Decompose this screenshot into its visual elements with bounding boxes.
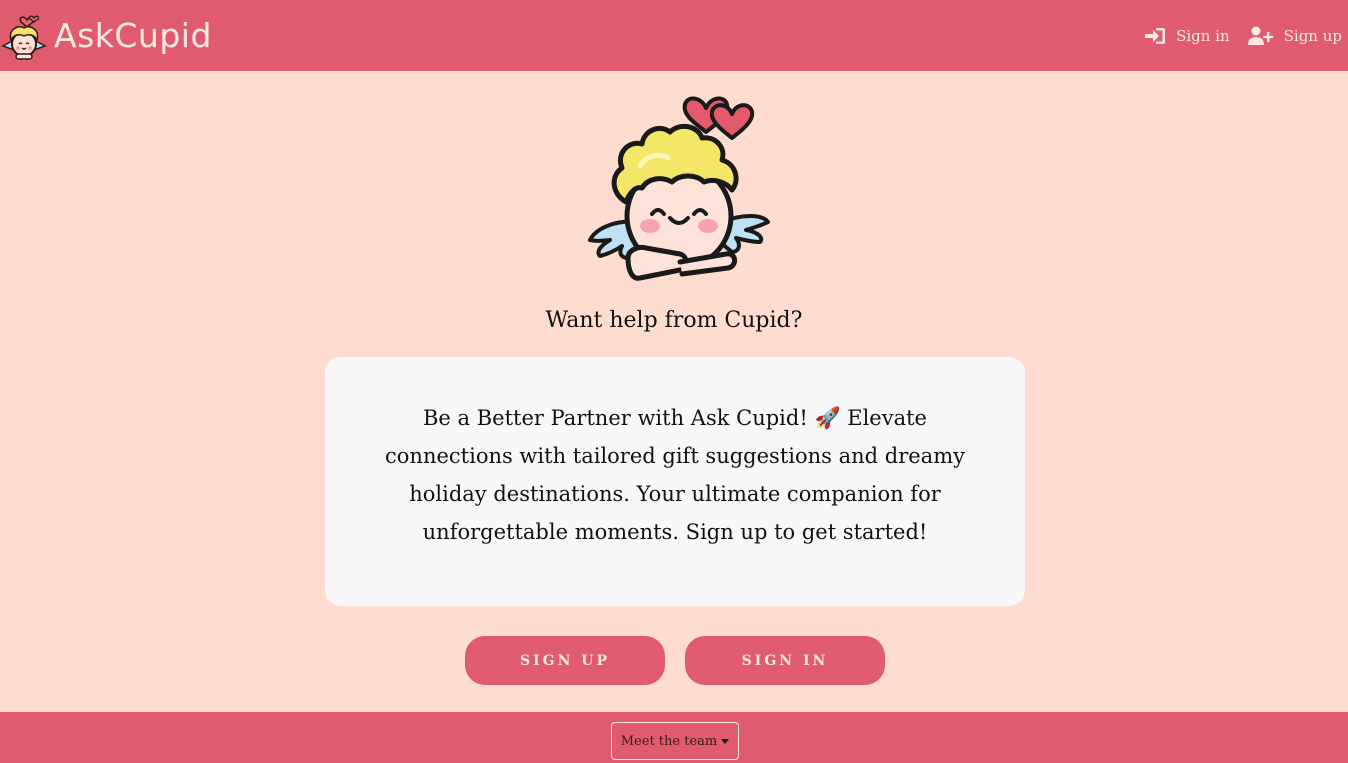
brand-link[interactable]: AskCupid (0, 0, 212, 71)
sign-in-icon (1145, 27, 1166, 44)
cupid-logo-icon (1, 15, 47, 60)
caret-down-icon (721, 738, 730, 744)
sign-in-button[interactable]: SIGN IN (685, 636, 885, 685)
meet-the-team-dropdown[interactable]: Meet the team (611, 722, 739, 760)
nav-links: Sign in Sign up (1126, 26, 1348, 46)
hero-question: Want help from Cupid? (545, 308, 803, 333)
nav-sign-up-link[interactable]: Sign up (1247, 26, 1342, 46)
nav-sign-in-label: Sign in (1176, 26, 1230, 45)
meet-the-team-label: Meet the team (620, 733, 718, 749)
nav-sign-in-link[interactable]: Sign in (1144, 27, 1230, 45)
user-plus-icon (1247, 26, 1273, 45)
cupid-icon (588, 96, 770, 281)
navbar: AskCupid Sign in Sign up (0, 0, 1348, 71)
nav-sign-up-label: Sign up (1283, 26, 1342, 45)
sign-up-button[interactable]: SIGN UP (465, 636, 665, 685)
footer: Meet the team (0, 712, 1348, 763)
brand-name: AskCupid (54, 16, 212, 55)
intro-text: Be a Better Partner with Ask Cupid! 🚀 El… (385, 406, 965, 544)
intro-card: Be a Better Partner with Ask Cupid! 🚀 El… (325, 357, 1025, 606)
